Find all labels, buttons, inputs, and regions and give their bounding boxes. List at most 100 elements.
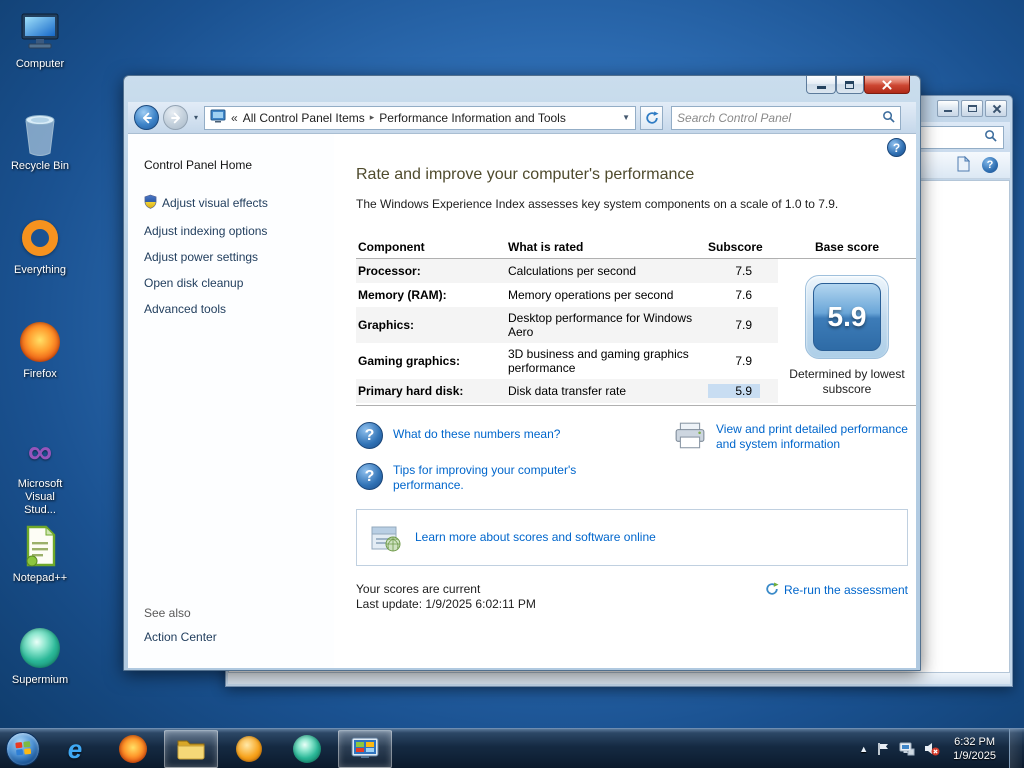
desktop-icon-supermium[interactable]: Supermium <box>8 624 72 687</box>
component-cell: Gaming graphics: <box>358 354 461 368</box>
forward-button[interactable] <box>163 105 188 130</box>
page-title: Rate and improve your computer's perform… <box>356 166 695 183</box>
sidebar-item-adjust-visual-effects[interactable]: Adjust visual effects <box>144 194 326 212</box>
taskbar-item-supermium[interactable] <box>280 730 334 768</box>
breadcrumb-item-control-panel[interactable]: All Control Panel Items <box>243 111 365 125</box>
maximize-button[interactable] <box>961 100 983 117</box>
firefox-icon <box>8 318 72 366</box>
sidebar-item-label: Open disk cleanup <box>144 276 244 290</box>
show-desktop-button[interactable] <box>1009 729 1022 768</box>
link-view-print-details[interactable]: View and print detailed performance and … <box>674 422 916 493</box>
background-window-statusbar <box>228 673 1010 684</box>
hidden-icons-arrow[interactable]: ▲ <box>859 744 868 754</box>
minimize-button[interactable] <box>806 76 836 94</box>
back-button[interactable] <box>134 105 159 130</box>
sidebar: Control Panel Home Adjust visual effects <box>128 134 334 668</box>
help-icon[interactable]: ? <box>982 157 998 173</box>
volume-muted-icon[interactable] <box>924 741 940 756</box>
rated-cell: Desktop performance for Windows Aero <box>508 311 693 339</box>
taskbar: e ▲ 6:32 PM 1/9/2025 <box>0 728 1024 768</box>
breadcrumb-dropdown-icon[interactable]: ▼ <box>622 113 630 122</box>
desktop-icon-firefox[interactable]: Firefox <box>8 318 72 381</box>
component-cell: Graphics: <box>358 318 415 332</box>
sidebar-item-advanced-tools[interactable]: Advanced tools <box>144 302 326 316</box>
desktop-icon-visual-studio[interactable]: ∞ Microsoft Visual Stud... <box>8 428 72 517</box>
subscore-cell-highlighted: 5.9 <box>708 384 760 398</box>
breadcrumb[interactable]: « All Control Panel Items ▸ Performance … <box>204 105 637 130</box>
subscore-cell: 7.9 <box>735 318 752 332</box>
desktop-icon-label: Microsoft Visual Stud... <box>17 478 63 516</box>
search-icon[interactable] <box>882 110 895 126</box>
uac-shield-icon <box>144 194 157 212</box>
network-icon[interactable] <box>899 742 915 756</box>
rated-cell: Memory operations per second <box>508 288 674 302</box>
help-links-section: ? What do these numbers mean? ? Tips for… <box>356 422 916 493</box>
desktop-icon-computer[interactable]: Computer <box>8 8 72 71</box>
desktop-icon-everything[interactable]: Everything <box>8 214 72 277</box>
sidebar-item-label: Adjust indexing options <box>144 224 268 238</box>
clock-date: 1/9/2025 <box>953 749 996 762</box>
rerun-refresh-icon <box>765 582 779 599</box>
breadcrumb-separator-icon[interactable]: ▸ <box>370 112 375 123</box>
desktop-icon-notepadpp[interactable]: Notepad++ <box>8 522 72 585</box>
taskbar-item-internet-explorer[interactable]: e <box>48 730 102 768</box>
link-label[interactable]: Tips for improving your computer's perfo… <box>393 463 603 493</box>
sidebar-item-adjust-power-settings[interactable]: Adjust power settings <box>144 250 326 264</box>
desktop: Computer Recycle Bin Everything Firefox … <box>0 0 1024 768</box>
last-update-text: Last update: 1/9/2025 6:02:11 PM <box>356 597 536 611</box>
base-score-badge: 5.9 <box>805 275 889 359</box>
taskbar-item-firefox[interactable] <box>106 730 160 768</box>
link-tips-improving[interactable]: ? Tips for improving your computer's per… <box>356 463 670 493</box>
minimize-button[interactable] <box>937 100 959 117</box>
link-label[interactable]: What do these numbers mean? <box>393 427 560 442</box>
printer-icon <box>674 422 706 453</box>
table-header-row: Component What is rated Subscore <box>356 235 778 259</box>
see-also-heading: See also <box>144 606 191 620</box>
close-button[interactable] <box>985 100 1007 117</box>
taskbar-clock[interactable]: 6:32 PM 1/9/2025 <box>949 735 1000 763</box>
page-subtitle: The Windows Experience Index assesses ke… <box>356 197 839 211</box>
link-rerun-assessment[interactable]: Re-run the assessment <box>765 582 908 599</box>
taskbar-item-control-panel[interactable] <box>338 730 392 768</box>
help-icon[interactable]: ? <box>887 138 906 157</box>
subscore-cell: 7.9 <box>735 354 752 368</box>
sidebar-item-open-disk-cleanup[interactable]: Open disk cleanup <box>144 276 326 290</box>
action-center-flag-icon[interactable] <box>877 742 890 756</box>
sidebar-item-action-center[interactable]: Action Center <box>144 630 217 644</box>
column-header-component: Component <box>358 239 425 254</box>
supermium-icon <box>8 624 72 672</box>
link-label[interactable]: Re-run the assessment <box>784 583 908 598</box>
table-row-primary-hard-disk: Primary hard disk: Disk data transfer ra… <box>356 379 778 403</box>
maximize-button[interactable] <box>836 76 864 94</box>
desktop-icon-label: Computer <box>15 58 65 70</box>
refresh-button[interactable] <box>640 105 664 130</box>
learn-more-box[interactable]: Learn more about scores and software onl… <box>356 509 908 566</box>
sidebar-item-label: Adjust visual effects <box>162 196 268 210</box>
link-label[interactable]: View and print detailed performance and … <box>716 422 916 452</box>
component-cell: Memory (RAM): <box>358 288 447 302</box>
history-dropdown-icon[interactable]: ▾ <box>192 113 200 122</box>
close-button[interactable] <box>864 76 910 94</box>
computer-icon <box>8 8 72 56</box>
column-header-base-score: Base score <box>778 235 916 259</box>
media-app-icon <box>236 736 262 762</box>
link-learn-more-online[interactable]: Learn more about scores and software onl… <box>415 530 665 545</box>
taskbar-item-media-app[interactable] <box>222 730 276 768</box>
visual-studio-icon: ∞ <box>27 433 53 471</box>
search-icon <box>984 129 997 145</box>
breadcrumb-item-performance[interactable]: Performance Information and Tools <box>379 111 566 125</box>
document-icon[interactable] <box>956 155 971 175</box>
sidebar-item-control-panel-home[interactable]: Control Panel Home <box>144 158 326 172</box>
folder-icon <box>176 736 206 763</box>
search-input[interactable] <box>677 110 883 125</box>
link-what-do-numbers-mean[interactable]: ? What do these numbers mean? <box>356 422 670 449</box>
window-body: Control Panel Home Adjust visual effects <box>128 134 916 668</box>
status-row: Your scores are current Last update: 1/9… <box>356 582 908 612</box>
desktop-icon-recycle-bin[interactable]: Recycle Bin <box>8 110 72 173</box>
taskbar-item-explorer[interactable] <box>164 730 218 768</box>
performance-info-window: ▾ « All Control Panel Items ▸ Performanc… <box>123 75 921 671</box>
sidebar-item-adjust-indexing-options[interactable]: Adjust indexing options <box>144 224 326 238</box>
breadcrumb-collapse[interactable]: « <box>231 111 238 125</box>
start-button[interactable] <box>0 729 46 768</box>
column-header-what-is-rated: What is rated <box>508 239 584 254</box>
